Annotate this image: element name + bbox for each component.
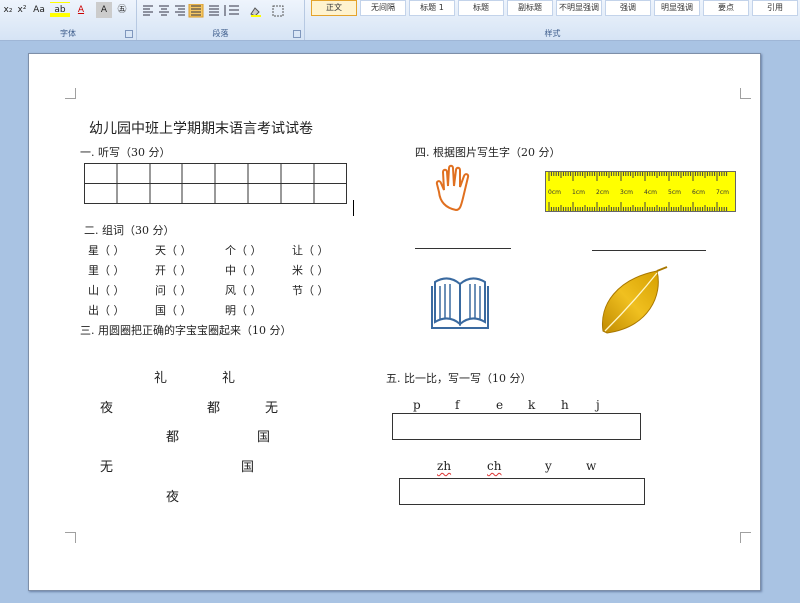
paragraph-group: 段落: [137, 0, 305, 40]
styles-group: 正文 无间隔 标题 1 标题 副标题 不明显强调 强调 明显强调 要点 引用 样式: [305, 0, 800, 40]
style-tile[interactable]: 引用: [752, 0, 798, 16]
word-pair: 星（ ）: [88, 244, 125, 257]
word-pair: 国（ ）: [155, 304, 192, 317]
styles-group-label: 样式: [544, 29, 561, 38]
crop-mark-bottom-right: [740, 532, 751, 543]
superscript-button[interactable]: x²: [14, 2, 30, 18]
pinyin-letter: h: [561, 398, 569, 412]
style-tile[interactable]: 要点: [703, 0, 749, 16]
ruler-label: 6cm: [692, 189, 705, 196]
ruler-label: 2cm: [596, 189, 609, 196]
word-pair: 风（ ）: [225, 284, 262, 297]
section3-heading: 三. 用圆圈把正确的字宝宝圈起来（10 分）: [80, 324, 292, 337]
character-chip[interactable]: 夜: [166, 486, 179, 505]
ruler-label: 3cm: [620, 189, 633, 196]
answer-line[interactable]: [592, 250, 706, 251]
crop-mark-bottom-left: [65, 532, 76, 543]
character-chip[interactable]: 都: [166, 426, 179, 445]
document-page[interactable]: 幼儿园中班上学期期末语言考试试卷 一. 听写（30 分） 二. 组词（30 分）…: [28, 53, 761, 591]
word-pair: 明（ ）: [225, 304, 262, 317]
ruler-label: 7cm: [716, 189, 729, 196]
style-tile[interactable]: 不明显强调: [556, 0, 602, 16]
text-cursor: [353, 200, 354, 216]
style-tile[interactable]: 无间隔: [360, 0, 406, 16]
character-chip[interactable]: 夜: [100, 397, 113, 416]
pinyin-letter: p: [413, 398, 421, 412]
ruler-label: 0cm: [548, 189, 561, 196]
character-chip[interactable]: 国: [257, 426, 270, 445]
section4-heading: 四. 根据图片写生字（20 分）: [415, 146, 561, 159]
answer-box[interactable]: [392, 413, 641, 440]
style-tile[interactable]: 强调: [605, 0, 651, 16]
word-pair: 开（ ）: [155, 264, 192, 277]
answer-box[interactable]: [399, 478, 645, 505]
word-pair: 天（ ）: [155, 244, 192, 257]
character-chip[interactable]: 礼: [222, 367, 235, 386]
ruler-label: 5cm: [668, 189, 681, 196]
hand-picture: [435, 164, 470, 212]
font-group-label: 字体: [60, 29, 76, 38]
pinyin-letter: w: [586, 459, 597, 473]
style-tile[interactable]: 明显强调: [654, 0, 700, 16]
section5-heading: 五. 比一比，写一写（10 分）: [386, 372, 532, 385]
word-pair: 节（ ）: [292, 284, 329, 297]
pinyin-letter: ch: [487, 459, 502, 473]
ribbon: x₂ x² Aa ab A A ㊄ 字体 段落 正文 无间隔 标题 1 标题 副标题 不明…: [0, 0, 800, 41]
section1-heading: 一. 听写（30 分）: [80, 146, 171, 159]
style-tile[interactable]: 标题 1: [409, 0, 455, 16]
word-pair: 里（ ）: [88, 264, 125, 277]
word-pair: 问（ ）: [155, 284, 192, 297]
pinyin-letter: y: [545, 459, 552, 473]
character-chip[interactable]: 无: [265, 397, 278, 416]
style-tile[interactable]: 正文: [311, 0, 357, 16]
word-pair: 山（ ）: [88, 284, 125, 297]
dictation-grid[interactable]: [84, 163, 348, 205]
change-case-button[interactable]: Aa: [29, 2, 49, 18]
style-tile[interactable]: 标题: [458, 0, 504, 16]
highlight-button[interactable]: ab: [50, 2, 70, 18]
font-group: x₂ x² Aa ab A A ㊄ 字体: [0, 0, 137, 40]
style-tile[interactable]: 副标题: [507, 0, 553, 16]
word-pair: 让（ ）: [292, 244, 329, 257]
crop-mark-top-left: [65, 88, 76, 99]
word-pair: 中（ ）: [225, 264, 262, 277]
pinyin-letter: f: [455, 398, 460, 412]
leaf-picture: [601, 266, 668, 334]
character-chip[interactable]: 礼: [154, 367, 167, 386]
ruler-label: 1cm: [572, 189, 585, 196]
book-picture: [431, 277, 489, 329]
enclose-char-button[interactable]: ㊄: [114, 2, 130, 18]
pinyin-letter: j: [596, 398, 600, 412]
character-chip[interactable]: 国: [241, 456, 254, 475]
word-pair: 米（ ）: [292, 264, 329, 277]
document-title: 幼儿园中班上学期期末语言考试试卷: [89, 121, 313, 137]
font-color-button[interactable]: A: [72, 2, 90, 18]
word-pair: 个（ ）: [225, 244, 262, 257]
crop-mark-top-right: [740, 88, 751, 99]
paragraph-dialog-launcher-icon[interactable]: [293, 30, 301, 38]
pinyin-letter: zh: [437, 459, 452, 473]
paragraph-group-label: 段落: [212, 29, 229, 38]
paragraph-toolbar-icons[interactable]: [141, 4, 301, 18]
character-chip[interactable]: 都: [207, 397, 220, 416]
word-pair: 出（ ）: [88, 304, 125, 317]
ruler-label: 4cm: [644, 189, 657, 196]
answer-line[interactable]: [415, 248, 511, 249]
section2-heading: 二. 组词（30 分）: [84, 224, 175, 237]
pinyin-letter: e: [496, 398, 504, 412]
font-dialog-launcher-icon[interactable]: [125, 30, 133, 38]
pinyin-letter: k: [528, 398, 536, 412]
character-chip[interactable]: 无: [100, 456, 113, 475]
char-shading-button[interactable]: A: [96, 2, 112, 18]
ruler-picture: 0cm 1cm 2cm 3cm 4cm 5cm 6cm 7cm: [545, 171, 736, 212]
